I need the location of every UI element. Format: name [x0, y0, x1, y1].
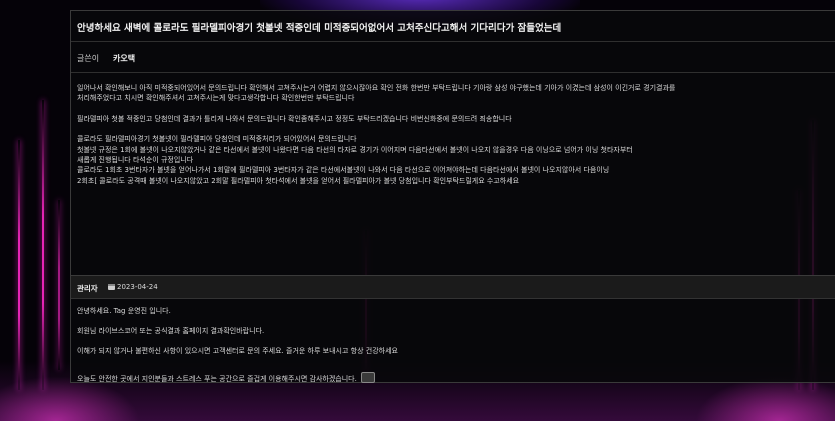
neon-line-left-2	[42, 100, 44, 390]
calendar-icon	[108, 284, 115, 290]
post-meta: 글쓴이 카오택	[71, 42, 835, 73]
comment-line: 안녕하세요. Tag 운영진 입니다.	[77, 307, 171, 315]
post-line: 처리해주었다고 치시면 확인해주셔서 고쳐주시는게 맞다고생각합니다 확인한번만…	[77, 94, 355, 103]
comment-header: 관리자 2023-04-24	[71, 276, 835, 299]
comment-line-last: 오늘도 안전한 곳에서 지인분들과 스트레스 푸는 공간으로 즐겁게 이용해주시…	[77, 372, 375, 384]
post-line: 콜로라도 1회초 3번타자가 볼넷을 얻어나가서 1회말에 필라델피아 3번타자…	[77, 166, 610, 175]
post-title: 안녕하세요 새벽에 콜로라도 필라델피아경기 첫볼넷 적중인데 미적중되어없어서…	[77, 23, 562, 34]
post-line: 콜로라도 필라델피아경기 첫볼넷이 필라델피아 당첨인데 미적중처리가 되어있어…	[77, 135, 357, 144]
author-name[interactable]: 카오택	[113, 53, 135, 64]
post-view: 안녕하세요 새벽에 콜로라도 필라델피아경기 첫볼넷 적중인데 미적중되어없어서…	[70, 10, 835, 383]
emoticon-icon	[360, 372, 375, 383]
comment-line: 이해가 되지 않거나 불편하신 사항이 있으시면 고객센터로 문의 주세요. 즐…	[77, 347, 398, 355]
comment-line-text: 오늘도 안전한 곳에서 지인분들과 스트레스 푸는 공간으로 즐겁게 이용해주시…	[77, 375, 357, 383]
admin-comment: 관리자 2023-04-24 안녕하세요. Tag 운영진 입니다. 회원님 라…	[71, 275, 835, 383]
post-header: 안녕하세요 새벽에 콜로라도 필라델피아경기 첫볼넷 적중인데 미적중되어없어서…	[71, 11, 835, 42]
post-line: 2회초[ 콜로라도 공격때 볼넷이 나오지않았고 2회말 필라델피아 첫타석에서…	[77, 176, 520, 185]
neon-line-left-3	[58, 200, 60, 370]
comment-author: 관리자	[77, 284, 98, 293]
post-line: 일어나서 확인해보니 아직 미적중되어있어서 문의드립니다 확인해서 고쳐주시는…	[77, 84, 676, 92]
post-content: 일어나서 확인해보니 아직 미적중되어있어서 문의드립니다 확인해서 고쳐주시는…	[77, 83, 827, 186]
post-line: 새롭게 진행됩니다 타석순이 규정입니다	[77, 156, 194, 165]
neon-line-left-1	[18, 140, 20, 390]
post-line: 필라델피아 첫볼 적중인고 당첨인데 결과가 틀리게 나와서 문의드립니다 확인…	[77, 114, 512, 123]
post-line: 첫볼넷 규정은 1회에 볼넷이 나오지않았거나 같은 타선에서 볼넷이 나왔다면…	[77, 145, 633, 154]
author-label: 글쓴이	[77, 54, 100, 63]
comment-date: 2023-04-24	[117, 283, 158, 291]
comment-line: 회원님 라이브스코어 또는 공식결과 홈페이지 결과확인바랍니다.	[77, 327, 265, 335]
